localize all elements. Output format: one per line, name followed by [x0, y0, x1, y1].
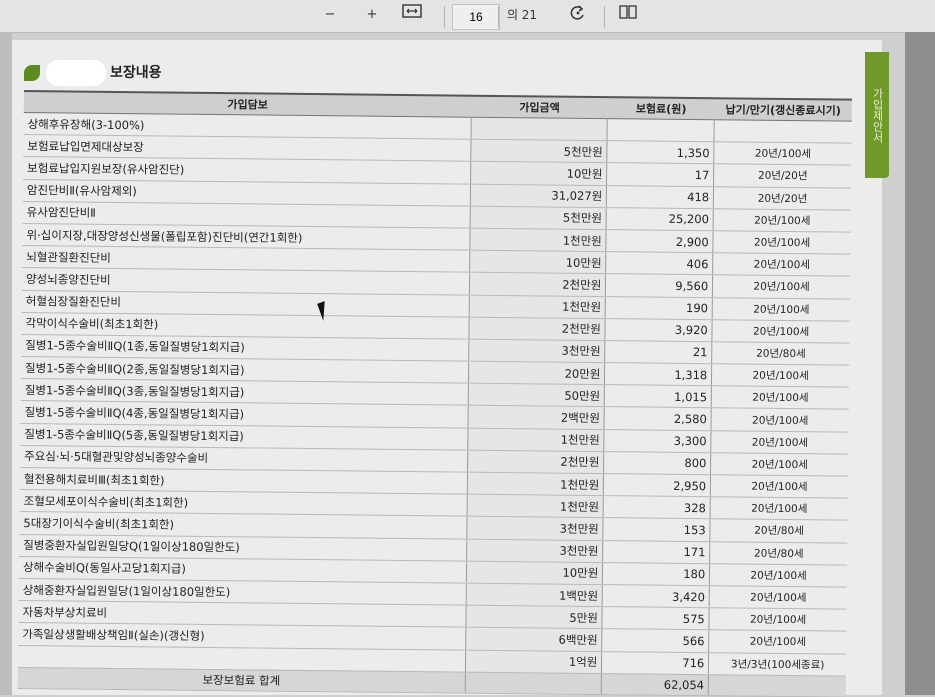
rotate-icon[interactable]: [566, 4, 590, 26]
term-cell: [714, 119, 852, 144]
premium-cell: 9,560: [605, 273, 713, 298]
premium-cell: 1,350: [607, 140, 715, 165]
amount-cell: 2천만원: [467, 449, 605, 474]
viewer-toolbar: − + 의 21: [0, 0, 935, 33]
term-cell: 20년/20년: [713, 164, 852, 188]
amount-cell: 1백만원: [466, 583, 603, 607]
total-value: 62,054: [601, 673, 709, 696]
term-cell: 20년/100세: [713, 230, 851, 255]
term-cell: 20년/100세: [709, 585, 847, 610]
premium-cell: 575: [602, 606, 710, 631]
term-cell: 20년/100세: [710, 474, 849, 499]
premium-cell: 21: [605, 340, 713, 364]
premium-cell: 3,920: [605, 318, 713, 342]
premium-cell: 25,200: [606, 207, 714, 231]
amount-cell: 1천만원: [469, 228, 607, 252]
premium-cell: 566: [601, 628, 710, 653]
amount-cell: 1천만원: [467, 427, 605, 452]
premium-cell: 1,318: [604, 362, 712, 386]
amount-cell: 2천만원: [469, 272, 606, 297]
zoom-out-button[interactable]: −: [318, 4, 342, 26]
redacted-blob: [46, 60, 106, 86]
term-cell: 20년/100세: [710, 430, 849, 454]
amount-cell: 6백만원: [465, 627, 603, 652]
amount-cell: 20만원: [468, 361, 606, 385]
term-cell: 20년/20년: [713, 186, 852, 210]
term-cell: 20년/100세: [712, 252, 851, 277]
total-term-cell: [708, 674, 846, 697]
premium-cell: 2,580: [604, 407, 712, 431]
amount-cell: 5천만원: [470, 205, 607, 230]
total-amount-cell: [465, 671, 602, 695]
premium-cell: 2,900: [606, 229, 714, 253]
premium-cell: 716: [601, 651, 709, 675]
amount-cell: 3천만원: [466, 538, 604, 563]
amount-cell: 50만원: [468, 383, 605, 408]
term-cell: 20년/100세: [713, 208, 851, 233]
term-cell: 20년/100세: [712, 319, 850, 344]
premium-cell: 180: [602, 562, 710, 586]
term-cell: 20년/100세: [711, 408, 849, 432]
term-cell: 20년/100세: [709, 607, 847, 632]
amount-cell: 1억원: [465, 649, 602, 674]
section-title-text: 보장내용: [110, 65, 162, 81]
page-total-label: 의 21: [506, 8, 538, 22]
term-cell: 20년/100세: [710, 496, 848, 521]
term-cell: 20년/100세: [711, 363, 850, 388]
amount-cell: 3천만원: [466, 516, 604, 541]
term-cell: 20년/100세: [710, 452, 849, 477]
term-cell: 20년/100세: [714, 141, 852, 166]
term-cell: 20년/100세: [708, 630, 847, 654]
page-number-input[interactable]: [452, 4, 500, 30]
two-page-view-icon[interactable]: [616, 4, 640, 26]
term-cell: 20년/80세: [709, 541, 848, 565]
amount-cell: 10만원: [470, 161, 608, 186]
page-gutter-left: [0, 32, 12, 695]
side-tab[interactable]: 가입제안서: [865, 52, 889, 178]
term-cell: 3년/3년(100세종료): [708, 652, 847, 676]
premium-cell: 1,015: [604, 384, 712, 409]
amount-cell: 2백만원: [468, 405, 605, 430]
premium-cell: 800: [603, 451, 711, 475]
premium-cell: 3,420: [602, 584, 710, 608]
fit-width-icon[interactable]: [400, 4, 424, 26]
total-label: 보장보험료 합계: [17, 667, 466, 693]
amount-cell: 1천만원: [467, 472, 604, 496]
amount-cell: 1천만원: [469, 294, 606, 319]
premium-cell: [607, 118, 715, 142]
amount-cell: 3천만원: [468, 339, 606, 363]
premium-cell: 153: [603, 517, 711, 542]
premium-cell: 328: [603, 495, 711, 520]
amount-cell: 10만원: [466, 560, 603, 585]
premium-cell: 17: [606, 162, 715, 187]
premium-cell: 2,950: [603, 473, 711, 497]
term-cell: 20년/100세: [711, 385, 849, 410]
header-term: 납기/만기(갱신종료시기): [714, 98, 852, 122]
coverage-table: 가입담보 가입금액 보험료(원) 납기/만기(갱신종료시기) 상해후유장해(3-…: [17, 90, 852, 697]
premium-cell: 190: [605, 296, 713, 320]
header-premium: 보험료(원): [607, 97, 715, 120]
term-cell: 20년/100세: [709, 563, 848, 588]
amount-cell: 2천만원: [469, 316, 606, 341]
page-gutter-right: [905, 32, 935, 695]
premium-cell: 406: [605, 251, 714, 276]
amount-cell: 1천만원: [467, 494, 604, 518]
term-cell: 20년/100세: [712, 275, 851, 299]
premium-cell: 3,300: [604, 429, 712, 453]
section-title: 보장내용: [24, 60, 162, 86]
section-bullet-icon: [24, 65, 40, 81]
amount-cell: 31,027원: [470, 183, 607, 208]
amount-cell: 5천만원: [470, 139, 608, 163]
amount-cell: [471, 117, 608, 141]
term-cell: 20년/80세: [711, 341, 850, 366]
amount-cell: 5만원: [466, 605, 603, 629]
premium-cell: 418: [606, 185, 714, 209]
premium-cell: 171: [602, 540, 711, 564]
term-cell: 20년/100세: [712, 297, 850, 321]
amount-cell: 10만원: [469, 250, 607, 274]
term-cell: 20년/80세: [710, 519, 848, 543]
zoom-in-button[interactable]: +: [360, 4, 384, 26]
header-amount: 가입금액: [471, 95, 608, 119]
